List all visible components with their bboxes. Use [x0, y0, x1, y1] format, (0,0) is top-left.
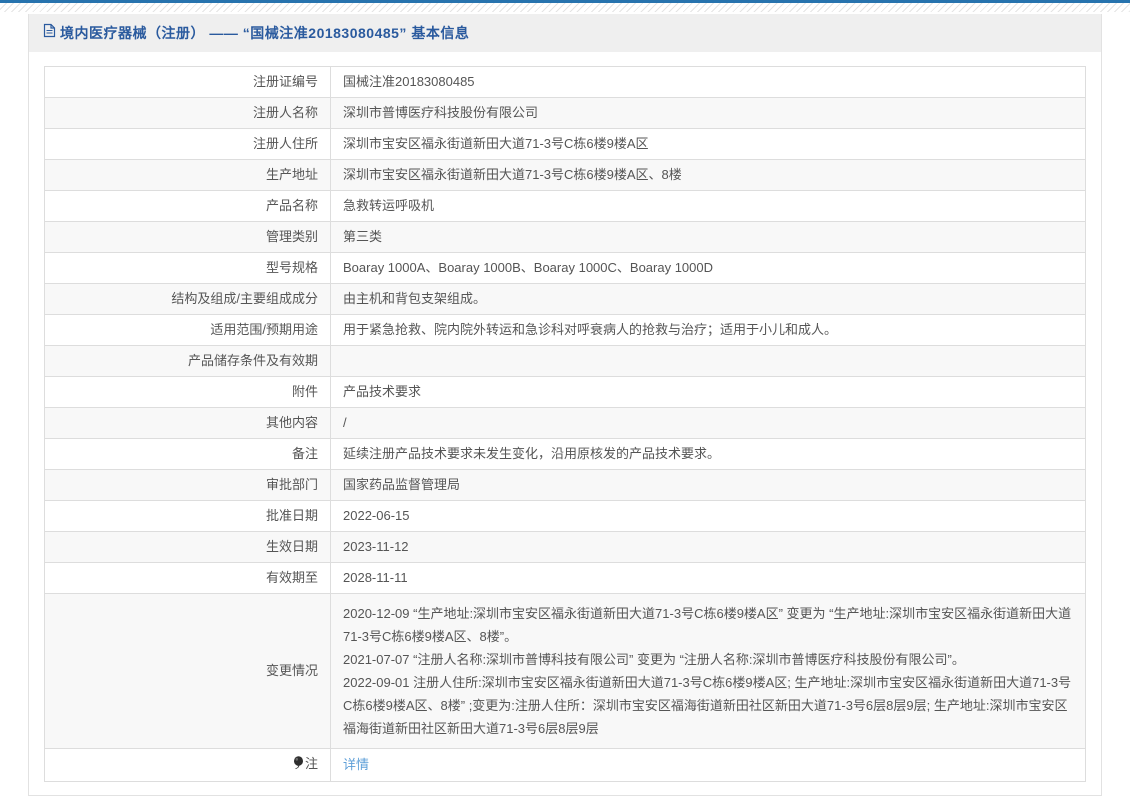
- table-row: 有效期至 2028-11-11: [44, 562, 1086, 594]
- row-value: Boaray 1000A、Boaray 1000B、Boaray 1000C、B…: [330, 252, 1086, 284]
- table-row-change-history: 变更情况 2020-12-09 “生产地址:深圳市宝安区福永街道新田大道71-3…: [44, 593, 1086, 749]
- row-value: 急救转运呼吸机: [330, 190, 1086, 222]
- row-value: 第三类: [330, 221, 1086, 253]
- row-label: 批准日期: [44, 500, 331, 532]
- row-value: 深圳市宝安区福永街道新田大道71-3号C栋6楼9楼A区: [330, 128, 1086, 160]
- row-value: 2022-06-15: [330, 500, 1086, 532]
- table-row: 审批部门 国家药品监督管理局: [44, 469, 1086, 501]
- row-label: 有效期至: [44, 562, 331, 594]
- table-row: 管理类别 第三类: [44, 221, 1086, 253]
- panel-header: 境内医疗器械（注册） —— “国械注准20183080485” 基本信息: [29, 14, 1101, 52]
- table-row: 注册人名称 深圳市普博医疗科技股份有限公司: [44, 97, 1086, 129]
- info-panel: 境内医疗器械（注册） —— “国械注准20183080485” 基本信息 注册证…: [28, 14, 1102, 796]
- row-label: 适用范围/预期用途: [44, 314, 331, 346]
- row-label: 变更情况: [44, 593, 331, 749]
- table-row: 生产地址 深圳市宝安区福永街道新田大道71-3号C栋6楼9楼A区、8楼: [44, 159, 1086, 191]
- row-value: 国家药品监督管理局: [330, 469, 1086, 501]
- panel-body: 注册证编号 国械注准20183080485 注册人名称 深圳市普博医疗科技股份有…: [29, 52, 1101, 795]
- row-value: 延续注册产品技术要求未发生变化，沿用原核发的产品技术要求。: [330, 438, 1086, 470]
- row-label: 产品名称: [44, 190, 331, 222]
- row-label: 备注: [44, 438, 331, 470]
- row-value: 用于紧急抢救、院内院外转运和急诊科对呼衰病人的抢救与治疗；适用于小儿和成人。: [330, 314, 1086, 346]
- table-row: 结构及组成/主要组成成分 由主机和背包支架组成。: [44, 283, 1086, 315]
- row-value: 2023-11-12: [330, 531, 1086, 563]
- table-row: 型号规格 Boaray 1000A、Boaray 1000B、Boaray 10…: [44, 252, 1086, 284]
- striped-band: [0, 3, 1130, 12]
- row-value: 2028-11-11: [330, 562, 1086, 594]
- row-label: 注册人住所: [44, 128, 331, 160]
- page-title: 境内医疗器械（注册） —— “国械注准20183080485” 基本信息: [60, 25, 470, 41]
- row-label: 审批部门: [44, 469, 331, 501]
- detail-link[interactable]: 详情: [343, 757, 369, 772]
- table-row: 注册证编号 国械注准20183080485: [44, 66, 1086, 98]
- table-row: 生效日期 2023-11-12: [44, 531, 1086, 563]
- note-label-text: 注: [304, 756, 318, 771]
- table-row: 产品名称 急救转运呼吸机: [44, 190, 1086, 222]
- row-value: 国械注准20183080485: [330, 66, 1086, 98]
- table-row: 其他内容 /: [44, 407, 1086, 439]
- table-row: 备注 延续注册产品技术要求未发生变化，沿用原核发的产品技术要求。: [44, 438, 1086, 470]
- table-row: 批准日期 2022-06-15: [44, 500, 1086, 532]
- row-value: /: [330, 407, 1086, 439]
- row-label: 生产地址: [44, 159, 331, 191]
- row-label: 注册证编号: [44, 66, 331, 98]
- registration-info-table: 注册证编号 国械注准20183080485 注册人名称 深圳市普博医疗科技股份有…: [44, 66, 1086, 782]
- document-icon: [43, 23, 56, 43]
- row-label: 型号规格: [44, 252, 331, 284]
- row-label: 管理类别: [44, 221, 331, 253]
- row-label: 注册人名称: [44, 97, 331, 129]
- row-value: 深圳市普博医疗科技股份有限公司: [330, 97, 1086, 129]
- table-row: 注册人住所 深圳市宝安区福永街道新田大道71-3号C栋6楼9楼A区: [44, 128, 1086, 160]
- row-value: 产品技术要求: [330, 376, 1086, 408]
- row-label: 附件: [44, 376, 331, 408]
- row-value-change-history: 2020-12-09 “生产地址:深圳市宝安区福永街道新田大道71-3号C栋6楼…: [330, 593, 1086, 749]
- table-row: 适用范围/预期用途 用于紧急抢救、院内院外转运和急诊科对呼衰病人的抢救与治疗；适…: [44, 314, 1086, 346]
- row-label: 产品储存条件及有效期: [44, 345, 331, 377]
- row-label: 其他内容: [44, 407, 331, 439]
- table-row: 附件 产品技术要求: [44, 376, 1086, 408]
- table-row: 产品储存条件及有效期: [44, 345, 1086, 377]
- row-label: 结构及组成/主要组成成分: [44, 283, 331, 315]
- row-value: 由主机和背包支架组成。: [330, 283, 1086, 315]
- balloon-icon: [293, 756, 304, 775]
- row-label: 生效日期: [44, 531, 331, 563]
- row-value: [330, 345, 1086, 377]
- row-value: 深圳市宝安区福永街道新田大道71-3号C栋6楼9楼A区、8楼: [330, 159, 1086, 191]
